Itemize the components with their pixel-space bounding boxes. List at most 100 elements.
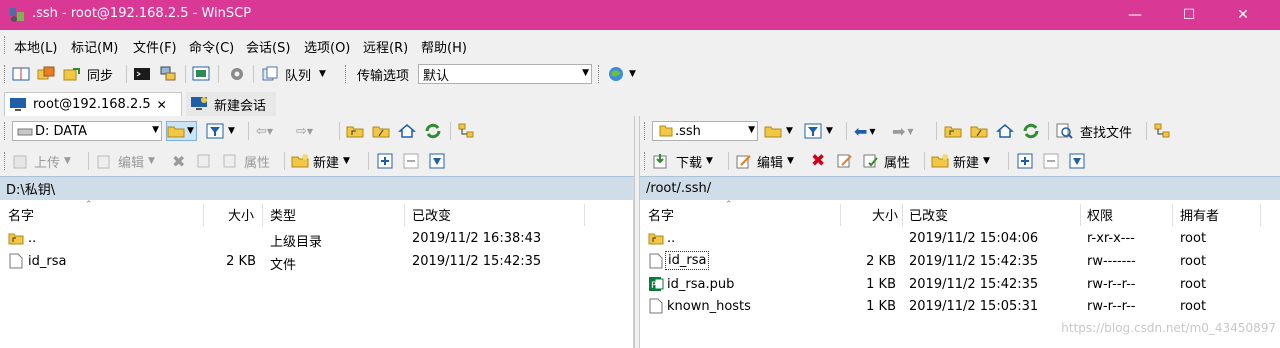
new-button[interactable]: 新建 ▼ [931, 151, 990, 171]
column-separator[interactable] [404, 204, 405, 226]
toolbar-grip[interactable] [598, 65, 601, 83]
root-directory-icon[interactable] [970, 121, 988, 141]
toolbar-grip[interactable] [4, 152, 7, 170]
column-header-changed[interactable]: 已改变 [412, 200, 451, 228]
file-changed: 2019/11/2 15:42:35 [909, 277, 1039, 292]
filter-select-icon[interactable] [1068, 151, 1086, 171]
toolbar-grip[interactable] [345, 65, 348, 83]
column-separator[interactable] [203, 204, 204, 226]
root-directory-icon[interactable] [372, 121, 390, 141]
open-directory-button[interactable]: ▼ [764, 121, 793, 141]
menu-options[interactable]: 选项(O) [304, 37, 350, 56]
upload-icon [13, 155, 27, 169]
column-header-name[interactable]: 名字 [8, 200, 34, 228]
tree-view-icon[interactable] [458, 121, 476, 141]
local-path-bar: D:\私钥\ [0, 176, 634, 200]
chevron-down-icon: ▼ [582, 68, 589, 78]
close-tab-icon[interactable]: ✕ [157, 98, 167, 112]
column-header-rights[interactable]: 权限 [1087, 200, 1113, 228]
unselect-files-icon[interactable] [1042, 151, 1060, 171]
column-separator[interactable] [840, 204, 841, 226]
parent-directory-icon[interactable] [346, 121, 364, 141]
column-separator[interactable] [584, 204, 585, 226]
back-arrow-icon[interactable]: ⬅ ▼ [854, 121, 876, 141]
toolbar-grip[interactable] [644, 152, 647, 170]
find-files-button[interactable]: 查找文件 [1056, 121, 1132, 141]
back-arrow-icon[interactable]: ⇦ ▼ [256, 121, 273, 141]
select-files-icon[interactable] [376, 151, 394, 171]
filter-button[interactable]: ▼ [804, 121, 833, 141]
file-name: known_hosts [667, 299, 751, 314]
parent-directory-icon[interactable] [944, 121, 962, 141]
local-file-list[interactable]: 名字 ⌃ 大小 类型 已改变 .. 上级目录 2019/11/2 16:38:4… [0, 200, 634, 348]
delete-icon[interactable]: ✖ [811, 151, 825, 171]
column-header-size[interactable]: 大小 [228, 200, 254, 228]
toolbar-grip[interactable] [4, 122, 7, 140]
column-separator[interactable] [1080, 204, 1081, 226]
refresh-icon[interactable] [1022, 121, 1040, 141]
minimize-icon[interactable]: — [1112, 0, 1158, 30]
unselect-files-icon[interactable] [402, 151, 420, 171]
menu-file[interactable]: 文件(F) [133, 37, 177, 56]
transfer-preset-select[interactable]: 默认 ▼ [418, 64, 592, 84]
tab-session[interactable]: root@192.168.2.5 ✕ [4, 92, 182, 116]
column-header-owner[interactable]: 拥有者 [1180, 200, 1219, 228]
menu-local[interactable]: 本地(L) [14, 37, 57, 56]
forward-arrow-icon[interactable]: ⇨ ▼ [296, 121, 313, 141]
download-button[interactable]: 下载 ▼ [652, 151, 713, 171]
rename-icon[interactable] [196, 151, 214, 171]
compare-directories-icon[interactable] [12, 64, 30, 84]
home-icon[interactable] [398, 121, 416, 141]
column-separator[interactable] [262, 204, 263, 226]
menu-bar: 本地(L) 标记(M) 文件(F) 命令(C) 会话(S) 选项(O) 远程(R… [0, 33, 1280, 57]
column-separator[interactable] [902, 204, 903, 226]
internet-globe-icon[interactable]: ▼ [607, 64, 636, 84]
open-directory-button[interactable]: ▼ [166, 121, 197, 141]
toolbar-separator [728, 152, 729, 170]
column-header-changed[interactable]: 已改变 [909, 200, 948, 228]
synchronize-button[interactable]: 同步 [63, 64, 113, 84]
remote-desktop-icon[interactable] [192, 64, 210, 84]
queue-button[interactable]: 队列 ▼ [261, 64, 326, 84]
upload-button[interactable]: 上传 ▼ [12, 151, 71, 171]
maximize-icon[interactable]: ☐ [1166, 0, 1212, 30]
column-header-name[interactable]: 名字 [648, 200, 674, 228]
menu-session[interactable]: 会话(S) [246, 37, 290, 56]
toolbar-separator [1008, 152, 1009, 170]
file-owner: root [1180, 231, 1207, 246]
column-separator[interactable] [1172, 204, 1173, 226]
new-button[interactable]: 新建 ▼ [291, 151, 350, 171]
synchronize-browsing-icon[interactable] [37, 64, 55, 84]
menu-mark[interactable]: 标记(M) [71, 37, 118, 56]
tree-view-icon[interactable] [1154, 121, 1172, 141]
properties-button[interactable]: 属性 [222, 151, 270, 171]
putty-icon[interactable] [159, 64, 177, 84]
delete-icon[interactable]: ✖ [172, 151, 185, 171]
select-files-icon[interactable] [1016, 151, 1034, 171]
local-drive-select[interactable]: D: DATA ▼ [12, 121, 162, 141]
toolbar-grip[interactable] [4, 65, 7, 83]
column-header-type[interactable]: 类型 [270, 200, 296, 228]
preferences-gear-icon[interactable] [228, 64, 246, 84]
filter-select-icon[interactable] [428, 151, 446, 171]
home-icon[interactable] [996, 121, 1014, 141]
column-separator[interactable] [1260, 204, 1261, 226]
properties-button[interactable]: 属性 [862, 151, 910, 171]
close-icon[interactable]: ✕ [1220, 0, 1266, 30]
refresh-icon[interactable] [424, 121, 442, 141]
remote-folder-select[interactable]: .ssh ▼ [652, 121, 758, 141]
edit-button[interactable]: 编辑 ▼ [96, 151, 155, 171]
rename-icon[interactable] [836, 151, 854, 171]
menu-help[interactable]: 帮助(H) [421, 37, 467, 56]
toolbar-grip[interactable] [4, 36, 7, 54]
tab-new-session[interactable]: 新建会话 [186, 92, 276, 116]
column-header-size[interactable]: 大小 [872, 200, 898, 228]
forward-arrow-icon[interactable]: ➡ ▼ [892, 121, 914, 141]
toolbar-grip[interactable] [644, 122, 647, 140]
filter-button[interactable]: ▼ [206, 121, 235, 141]
menu-remote[interactable]: 远程(R) [363, 37, 408, 56]
console-icon[interactable] [133, 64, 151, 84]
edit-button[interactable]: 编辑 ▼ [735, 151, 794, 171]
file-name: id_rsa.pub [667, 277, 735, 292]
menu-commands[interactable]: 命令(C) [189, 37, 234, 56]
